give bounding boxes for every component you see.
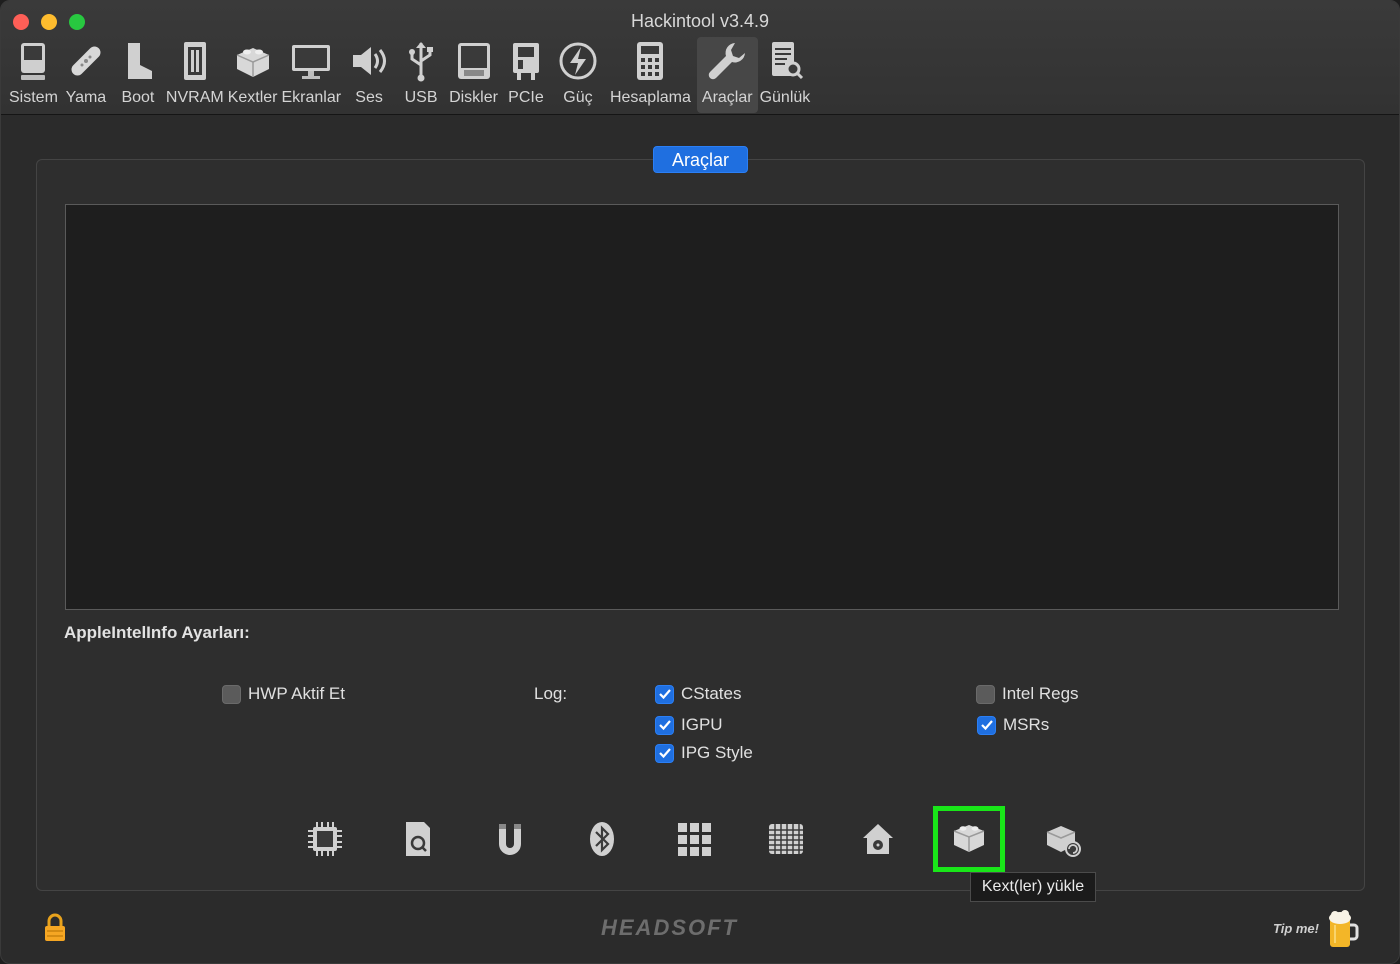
display-icon xyxy=(287,37,335,85)
toolbar-item-araclar[interactable]: Araçlar xyxy=(696,37,758,113)
search-file-icon xyxy=(398,819,438,864)
beer-mug-icon[interactable] xyxy=(1327,909,1359,949)
computer-icon xyxy=(9,37,57,85)
toolbar-label: Diskler xyxy=(449,89,498,106)
window-title: Hackintool v3.4.9 xyxy=(630,11,770,31)
toolbar-item-guc[interactable]: Güç xyxy=(552,37,604,113)
intel-regs-checkbox[interactable]: Intel Regs xyxy=(976,684,1079,704)
toolbar-label: Yama xyxy=(65,89,107,106)
toolbar-label: Günlük xyxy=(759,89,811,106)
pcie-card-icon xyxy=(502,37,550,85)
disk-icon xyxy=(450,37,498,85)
app-window: Hackintool v3.4.9 Sistem Yama Boot NVRAM… xyxy=(0,0,1400,964)
toolbar-item-yama[interactable]: Yama xyxy=(60,37,112,113)
memory-grid-icon xyxy=(766,819,806,864)
lock-icon[interactable] xyxy=(43,913,67,943)
checkbox-label: IPG Style xyxy=(681,743,753,762)
checkbox-label: Intel Regs xyxy=(1002,684,1079,703)
hwp-checkbox[interactable]: HWP Aktif Et xyxy=(222,684,345,704)
toolbar-label: Boot xyxy=(121,89,155,106)
log-search-icon xyxy=(761,37,809,85)
grid-button[interactable] xyxy=(666,813,722,869)
title-bar: Hackintool v3.4.9 Sistem Yama Boot NVRAM… xyxy=(1,1,1399,115)
checkbox-checked[interactable] xyxy=(655,743,674,763)
memory-grid-button[interactable] xyxy=(758,813,814,869)
ipg-style-checkbox[interactable]: IPG Style xyxy=(655,743,753,763)
rebuild-kext-cache-button[interactable] xyxy=(1035,813,1091,869)
toolbar-item-pcie[interactable]: PCIe xyxy=(500,37,552,113)
calculator-icon xyxy=(626,37,674,85)
speaker-icon xyxy=(345,37,393,85)
tab-araclar[interactable]: Araçlar xyxy=(653,146,748,173)
checkbox-unchecked[interactable] xyxy=(222,684,241,704)
toolbar-label: Ekranlar xyxy=(281,89,342,106)
memory-icon xyxy=(171,37,219,85)
home-disk-button[interactable] xyxy=(850,813,906,869)
checkbox-checked[interactable] xyxy=(655,684,674,704)
cpu-chip-button[interactable] xyxy=(297,813,353,869)
toolbar-label: NVRAM xyxy=(165,89,224,106)
toolbar-item-kextler[interactable]: Kextler xyxy=(226,37,280,113)
checkbox-label: IGPU xyxy=(681,715,723,734)
power-bolt-icon xyxy=(554,37,602,85)
toolbar-label: Sistem xyxy=(9,89,58,106)
log-label: Log: xyxy=(534,684,568,703)
usb-icon xyxy=(397,37,445,85)
toolbar-item-usb[interactable]: USB xyxy=(395,37,447,113)
bluetooth-icon xyxy=(582,819,622,864)
home-disk-icon xyxy=(858,819,898,864)
rebuild-kext-cache-icon xyxy=(1043,819,1083,864)
toolbar-label: Araçlar xyxy=(701,89,753,106)
main-toolbar: Sistem Yama Boot NVRAM Kextler Ekranlar … xyxy=(7,37,812,113)
grid-icon xyxy=(674,819,714,864)
toolbar-label: Ses xyxy=(355,89,383,106)
toolbar-item-diskler[interactable]: Diskler xyxy=(447,37,500,113)
bandage-icon xyxy=(62,37,110,85)
toolbar-item-gunluk[interactable]: Günlük xyxy=(758,37,813,113)
toolbar-label: PCIe xyxy=(508,89,544,106)
search-file-button[interactable] xyxy=(390,813,446,869)
toolbar-label: USB xyxy=(404,89,438,106)
toolbar-item-ses[interactable]: Ses xyxy=(343,37,395,113)
checkbox-unchecked[interactable] xyxy=(976,684,995,704)
boot-icon xyxy=(114,37,162,85)
toolbar-label: Kextler xyxy=(227,89,278,106)
install-kext-button[interactable] xyxy=(933,806,1005,872)
toolbar-item-ekranlar[interactable]: Ekranlar xyxy=(279,37,343,113)
tip-me-label[interactable]: Tip me! xyxy=(1273,921,1319,936)
igpu-checkbox[interactable]: IGPU xyxy=(655,715,723,735)
checkbox-checked[interactable] xyxy=(655,715,674,735)
checkbox-label: CStates xyxy=(681,684,742,703)
toolbar-item-hesaplama[interactable]: Hesaplama xyxy=(604,37,697,113)
lego-brick-icon xyxy=(229,37,277,85)
toolbar-label: Güç xyxy=(563,89,593,106)
toolbar-item-nvram[interactable]: NVRAM xyxy=(164,37,226,113)
magnet-icon xyxy=(490,819,530,864)
cstates-checkbox[interactable]: CStates xyxy=(655,684,741,704)
output-text-area[interactable] xyxy=(65,204,1339,610)
wrench-icon xyxy=(703,37,751,85)
install-kext-icon xyxy=(949,817,989,862)
checkbox-checked[interactable] xyxy=(977,715,996,735)
msrs-checkbox[interactable]: MSRs xyxy=(977,715,1049,735)
checkbox-label: MSRs xyxy=(1003,715,1050,734)
bluetooth-button[interactable] xyxy=(574,813,630,869)
tooltip: Kext(ler) yükle xyxy=(970,872,1096,902)
cpu-chip-icon xyxy=(305,819,345,864)
magnet-button[interactable] xyxy=(482,813,538,869)
toolbar-label: Hesaplama xyxy=(609,89,691,106)
checkbox-label: HWP Aktif Et xyxy=(248,684,345,703)
section-title: AppleIntelInfo Ayarları: xyxy=(64,623,250,642)
toolbar-item-boot[interactable]: Boot xyxy=(112,37,164,113)
headsoft-logo: HEADSOFT xyxy=(601,915,738,940)
toolbar-item-sistem[interactable]: Sistem xyxy=(7,37,60,113)
